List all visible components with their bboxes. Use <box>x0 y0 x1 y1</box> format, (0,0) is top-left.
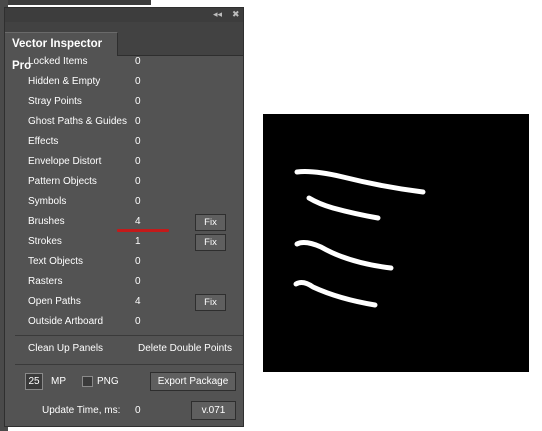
stat-value: 4 <box>135 216 141 227</box>
delete-double-points-button[interactable]: Delete Double Points <box>138 343 232 354</box>
stat-label: Effects <box>28 136 59 147</box>
stat-row-envelope-distort: Envelope Distort 0 <box>5 153 243 173</box>
stat-value: 0 <box>135 156 141 167</box>
stat-label: Envelope Distort <box>28 156 102 167</box>
stat-label: Open Paths <box>28 296 81 307</box>
stat-row-hidden-empty: Hidden & Empty 0 <box>5 73 243 93</box>
vector-inspector-panel: ◂◂ ✖ Vector Inspector Pro Locked Items 0 H… <box>4 7 244 427</box>
stat-label: Rasters <box>28 276 63 287</box>
panel-titlebar[interactable]: ◂◂ ✖ <box>5 8 243 22</box>
update-time-label: Update Time, ms: <box>42 405 121 416</box>
stat-row-locked-items: Locked Items 0 <box>5 53 243 73</box>
stat-value: 0 <box>135 76 141 87</box>
export-package-button[interactable]: Export Package <box>150 372 236 391</box>
artboard-preview <box>263 114 529 372</box>
brush-stroke <box>294 169 426 195</box>
fix-open-paths-button[interactable]: Fix <box>195 294 226 311</box>
stat-row-effects: Effects 0 <box>5 133 243 153</box>
stat-row-text-objects: Text Objects 0 <box>5 253 243 273</box>
stat-label: Pattern Objects <box>28 176 97 187</box>
stat-row-symbols: Symbols 0 <box>5 193 243 213</box>
panel-tabbar: Vector Inspector Pro <box>5 22 243 72</box>
stat-row-strokes: Strokes 1 Fix <box>5 233 243 253</box>
divider <box>15 335 243 336</box>
stat-value: 0 <box>135 256 141 267</box>
stroke-artwork <box>293 169 426 308</box>
stat-value: 0 <box>135 96 141 107</box>
brush-stroke <box>306 195 381 221</box>
stat-row-pattern-objects: Pattern Objects 0 <box>5 173 243 193</box>
stat-value: 1 <box>135 236 141 247</box>
version-button[interactable]: v.071 <box>191 401 236 420</box>
stat-row-rasters: Rasters 0 <box>5 273 243 293</box>
close-icon[interactable]: ✖ <box>232 9 240 21</box>
stat-value: 0 <box>135 176 141 187</box>
stat-value: 0 <box>135 116 141 127</box>
stat-row-outside-artboard: Outside Artboard 0 <box>5 313 243 333</box>
brushes-highlight-underline <box>117 229 169 232</box>
png-label: PNG <box>97 376 119 387</box>
stat-row-ghost-paths-guides: Ghost Paths & Guides 0 <box>5 113 243 133</box>
stat-value: 0 <box>135 316 141 327</box>
png-checkbox[interactable] <box>82 376 93 387</box>
fix-strokes-button[interactable]: Fix <box>195 234 226 251</box>
stat-value: 0 <box>135 136 141 147</box>
collapse-arrows-icon[interactable]: ◂◂ <box>213 9 222 21</box>
stat-value: 4 <box>135 296 141 307</box>
stat-label: Locked Items <box>28 56 88 67</box>
stat-row-open-paths: Open Paths 4 Fix <box>5 293 243 313</box>
stat-label: Ghost Paths & Guides <box>28 116 127 127</box>
clean-up-panels-button[interactable]: Clean Up Panels <box>28 343 103 354</box>
stat-label: Hidden & Empty <box>28 76 101 87</box>
update-time-value: 0 <box>135 405 141 416</box>
stat-label: Outside Artboard <box>28 316 104 327</box>
stat-label: Stray Points <box>28 96 82 107</box>
stat-row-stray-points: Stray Points 0 <box>5 93 243 113</box>
mp-input[interactable]: 25 <box>25 373 43 390</box>
divider <box>15 364 243 365</box>
stat-value: 0 <box>135 56 141 67</box>
fix-brushes-button[interactable]: Fix <box>195 214 226 231</box>
stat-label: Brushes <box>28 216 65 227</box>
stat-label: Text Objects <box>28 256 84 267</box>
stat-value: 0 <box>135 276 141 287</box>
stat-label: Strokes <box>28 236 62 247</box>
brush-stroke <box>294 240 394 271</box>
brush-stroke <box>293 280 378 308</box>
mp-label: MP <box>51 376 66 387</box>
stat-label: Symbols <box>28 196 67 207</box>
stat-value: 0 <box>135 196 141 207</box>
background-window-top <box>8 0 151 5</box>
